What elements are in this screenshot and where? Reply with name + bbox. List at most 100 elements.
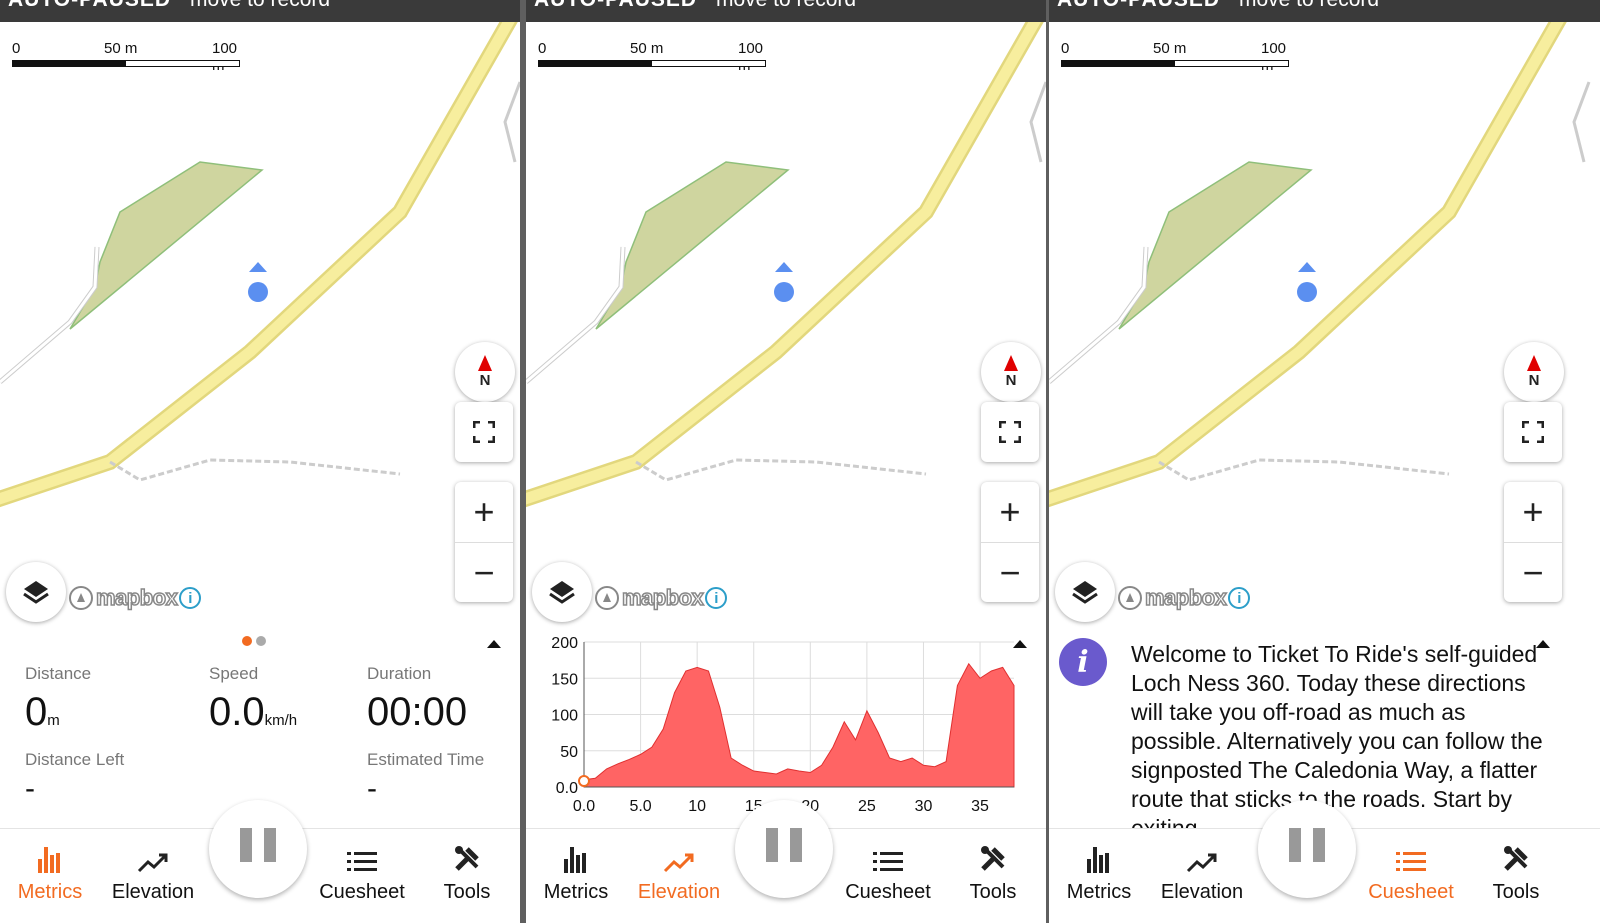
x-tick-label: 25 [858, 798, 876, 815]
nav-cuesheet[interactable]: Cuesheet [838, 829, 938, 923]
status-state: AUTO-PAUSED [8, 0, 171, 12]
pause-button[interactable] [735, 800, 833, 898]
nav-tools[interactable]: Tools [943, 829, 1043, 923]
pause-button[interactable] [1258, 800, 1356, 898]
mapbox-logo-icon [1118, 586, 1142, 610]
nav-metrics[interactable]: Metrics [1049, 829, 1149, 923]
elevation-area [583, 662, 1015, 788]
x-tick-label: 5.0 [629, 798, 651, 815]
fullscreen-button[interactable] [1504, 402, 1562, 462]
estimated-time-value: - [367, 772, 377, 805]
zoom-out-button[interactable]: − [455, 542, 513, 602]
status-bar: AUTO-PAUSED move to record [0, 0, 520, 22]
status-bar: AUTO-PAUSED move to record [526, 0, 1046, 22]
fullscreen-icon [473, 421, 495, 443]
zoom-in-button[interactable]: + [455, 482, 513, 542]
duration-label: Duration [367, 664, 432, 683]
zoom-control: + − [1504, 482, 1562, 602]
scale-bar [538, 60, 766, 67]
map-view[interactable]: 0 50 m 100 m N + − mapbox i [0, 22, 520, 632]
scale-end: 100 m [212, 40, 238, 74]
fullscreen-button[interactable] [455, 402, 513, 462]
mapbox-attribution[interactable]: mapbox i [1117, 584, 1251, 612]
attribution-info-icon[interactable]: i [179, 587, 202, 609]
cuesheet-entry[interactable]: i Welcome to Ticket To Ride's self-guide… [1049, 632, 1569, 828]
attribution-info-icon[interactable]: i [705, 587, 728, 609]
distance-value: 0m [25, 690, 60, 734]
layers-button[interactable] [1055, 562, 1115, 622]
nav-metrics[interactable]: Metrics [526, 829, 626, 923]
map-view[interactable]: 0 50 m 100 m N + − mapbox i [526, 22, 1046, 632]
compass-needle-icon [1527, 355, 1541, 371]
zoom-in-button[interactable]: + [981, 482, 1039, 542]
map-canvas [526, 22, 1046, 508]
mapbox-attribution[interactable]: mapbox i [594, 584, 728, 612]
map-view[interactable]: 0 50 m 100 m N + − mapbox i [1049, 22, 1600, 632]
mapbox-wordmark: mapbox [621, 584, 704, 611]
compass-button[interactable]: N [981, 342, 1041, 402]
y-tick-label: 100 [551, 708, 578, 725]
bar-chart-icon [1085, 839, 1113, 873]
nav-cuesheet-label: Cuesheet [319, 881, 405, 903]
nav-elevation-label: Elevation [1160, 881, 1244, 903]
map-scale: 0 50 m 100 m [538, 40, 768, 74]
nav-tools[interactable]: Tools [1466, 829, 1566, 923]
nav-tools-label: Tools [443, 881, 491, 903]
nav-cuesheet[interactable]: Cuesheet [1361, 829, 1461, 923]
layers-icon [549, 581, 575, 604]
tools-icon [453, 839, 481, 873]
x-tick-label: 0.0 [573, 798, 595, 815]
scale-start: 0 [1061, 40, 1070, 57]
status-state: AUTO-PAUSED [534, 0, 697, 12]
nav-tools[interactable]: Tools [417, 829, 517, 923]
distance-left-value: - [25, 772, 35, 805]
zoom-out-button[interactable]: − [1504, 542, 1562, 602]
y-tick-label: 150 [551, 671, 578, 688]
scale-mid: 50 m [630, 40, 664, 57]
nav-cuesheet[interactable]: Cuesheet [312, 829, 412, 923]
nav-metrics-label: Metrics [17, 881, 83, 903]
distance-label: Distance [25, 664, 92, 683]
layers-icon [1072, 581, 1098, 604]
fullscreen-button[interactable] [981, 402, 1039, 462]
zoom-in-button[interactable]: + [1504, 482, 1562, 542]
nav-elevation-label: Elevation [637, 881, 721, 903]
compass-needle-icon [1004, 355, 1018, 371]
status-hint: move to record [716, 0, 856, 12]
pause-icon [240, 828, 252, 862]
status-hint: move to record [1239, 0, 1379, 12]
start-marker-icon [578, 775, 590, 787]
status-hint: move to record [190, 0, 330, 12]
scale-end: 100 m [1261, 40, 1287, 74]
mapbox-attribution[interactable]: mapbox i [68, 584, 202, 612]
layers-icon [23, 581, 49, 604]
zoom-control: + − [455, 482, 513, 602]
speed-value: 0.0km/h [209, 690, 298, 734]
nav-elevation[interactable]: Elevation [1152, 829, 1252, 923]
layers-button[interactable] [6, 562, 66, 622]
pause-icon [1289, 828, 1301, 862]
compass-button[interactable]: N [455, 342, 515, 402]
nav-cuesheet-label: Cuesheet [1368, 881, 1454, 903]
zoom-out-button[interactable]: − [981, 542, 1039, 602]
layers-button[interactable] [532, 562, 592, 622]
duration-value: 00:00 [367, 690, 468, 734]
nav-metrics[interactable]: Metrics [0, 829, 100, 923]
pause-icon [766, 828, 778, 862]
expand-panel-icon[interactable] [487, 640, 501, 648]
nav-elevation[interactable]: Elevation [103, 829, 203, 923]
pause-button[interactable] [209, 800, 307, 898]
compass-label: N [1528, 372, 1540, 389]
scale-mid: 50 m [104, 40, 138, 57]
compass-label: N [479, 372, 491, 389]
mapbox-logo-icon [595, 586, 619, 610]
panel-cuesheet: AUTO-PAUSED move to record 0 50 m 100 m … [1049, 0, 1600, 923]
status-state: AUTO-PAUSED [1057, 0, 1220, 12]
list-icon [347, 839, 377, 873]
panel-metrics: AUTO-PAUSED move to record 0 50 m 100 m … [0, 0, 520, 923]
attribution-info-icon[interactable]: i [1228, 587, 1251, 609]
speed-label: Speed [209, 664, 259, 683]
nav-elevation[interactable]: Elevation [629, 829, 729, 923]
compass-button[interactable]: N [1504, 342, 1564, 402]
y-tick-label: 0.0 [556, 780, 578, 797]
